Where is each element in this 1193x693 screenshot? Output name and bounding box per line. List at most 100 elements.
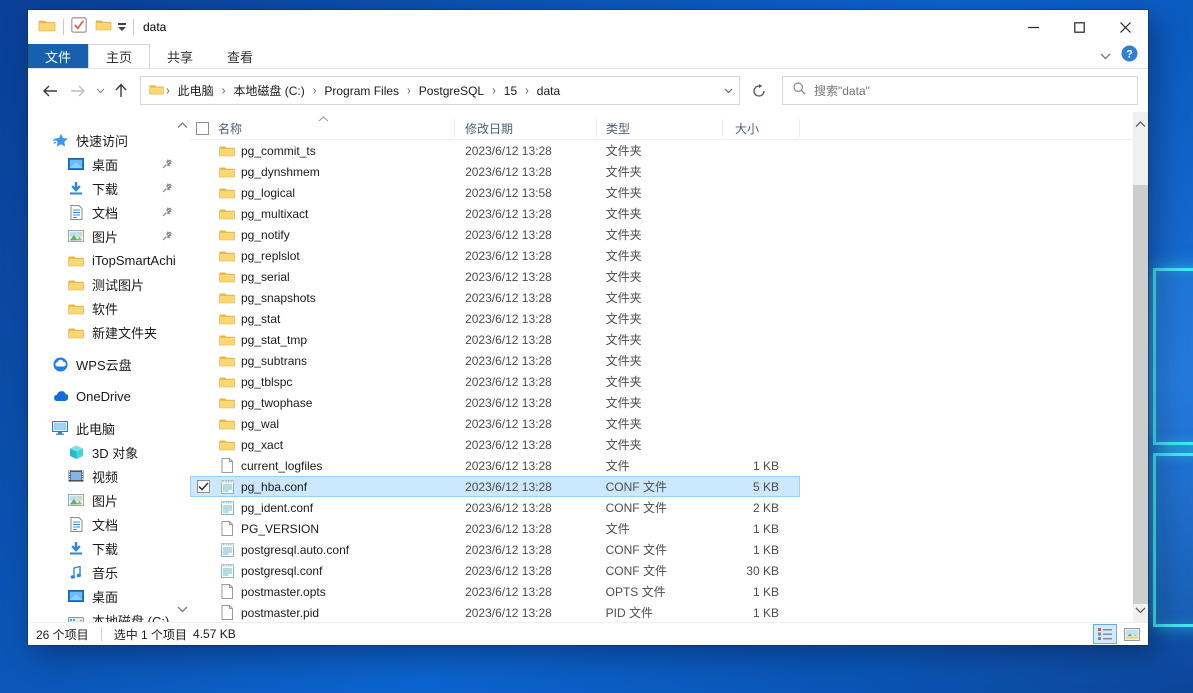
- breadcrumb-chevron-icon[interactable]: ›: [523, 83, 531, 97]
- sidebar-item[interactable]: 测试图片: [28, 272, 176, 296]
- breadcrumb-chevron-icon[interactable]: ›: [405, 83, 413, 97]
- sidebar-item[interactable]: 此电脑: [28, 416, 176, 440]
- sidebar-item[interactable]: OneDrive: [28, 384, 176, 408]
- back-button[interactable]: [36, 85, 64, 97]
- column-header[interactable]: 大小: [723, 119, 800, 137]
- sidebar-scrollbar[interactable]: [176, 112, 190, 622]
- file-row[interactable]: pg_notify 2023/6/12 13:28 文件夹: [190, 224, 800, 245]
- scroll-up-icon[interactable]: [177, 116, 188, 134]
- help-icon[interactable]: ?: [1121, 45, 1138, 67]
- recent-locations-chevron-icon[interactable]: [92, 88, 108, 94]
- scroll-up-icon[interactable]: [1135, 115, 1146, 133]
- file-row[interactable]: postgresql.auto.conf 2023/6/12 13:28 CONF …: [190, 539, 800, 560]
- column-header[interactable]: 类型: [597, 119, 723, 137]
- up-button[interactable]: [108, 83, 134, 98]
- thumbnail-view-button[interactable]: [1120, 624, 1144, 644]
- select-all-checkbox[interactable]: [196, 121, 209, 135]
- tab-view[interactable]: 查看: [210, 44, 270, 68]
- breadcrumb-chevron-icon[interactable]: ›: [311, 83, 319, 97]
- sidebar-item[interactable]: iTopSmartAchiv: [28, 248, 176, 272]
- file-row[interactable]: postmaster.pid 2023/6/12 13:28 PID 文件 1 KB: [190, 602, 800, 622]
- minimize-button[interactable]: [1010, 10, 1056, 44]
- search-input[interactable]: 搜索"data": [782, 76, 1138, 105]
- file-row[interactable]: pg_commit_ts 2023/6/12 13:28 文件夹: [190, 140, 800, 161]
- file-row[interactable]: pg_hba.conf 2023/6/12 13:28 CONF 文件 5 KB: [190, 476, 800, 497]
- filelist-scrollbar[interactable]: [1133, 112, 1148, 622]
- breadcrumb-chevron-icon[interactable]: ›: [164, 83, 172, 97]
- items-count: 26 个项目: [36, 627, 89, 642]
- column-header[interactable]: 修改日期: [455, 119, 597, 137]
- breadcrumb-segment[interactable]: 此电脑: [172, 82, 220, 99]
- file-row[interactable]: pg_xact 2023/6/12 13:28 文件夹: [190, 434, 800, 455]
- sidebar-item[interactable]: 下载: [28, 536, 176, 560]
- search-placeholder-text: 搜索"data": [814, 84, 870, 98]
- file-row[interactable]: pg_subtrans 2023/6/12 13:28 文件夹: [190, 350, 800, 371]
- breadcrumb-segment[interactable]: data: [531, 84, 566, 98]
- tab-home[interactable]: 主页: [88, 44, 151, 68]
- sidebar-item[interactable]: 新建文件夹: [28, 320, 176, 344]
- file-row[interactable]: pg_multixact 2023/6/12 13:28 文件夹: [190, 203, 800, 224]
- sidebar-item[interactable]: 快速访问: [28, 128, 176, 152]
- close-button[interactable]: [1102, 10, 1148, 44]
- qat-properties-check-icon[interactable]: [71, 16, 87, 38]
- file-row[interactable]: pg_dynshmem 2023/6/12 13:28 文件夹: [190, 161, 800, 182]
- sidebar-item[interactable]: 下载: [28, 176, 176, 200]
- sidebar-item[interactable]: 桌面: [28, 152, 176, 176]
- address-bar[interactable]: › 此电脑 › 本地磁盘 (C:) › Program Files › PostgreSQL ›…: [140, 76, 740, 105]
- breadcrumb-segment[interactable]: 本地磁盘 (C:): [227, 82, 310, 99]
- column-header[interactable]: 名称: [190, 119, 455, 137]
- forward-button[interactable]: [64, 85, 92, 97]
- item-checkbox-checked[interactable]: [197, 479, 210, 493]
- sidebar-item[interactable]: WPS云盘: [28, 352, 176, 376]
- scroll-down-icon[interactable]: [177, 600, 188, 618]
- file-name: pg_subtrans: [241, 353, 308, 368]
- file-row[interactable]: pg_twophase 2023/6/12 13:28 文件夹: [190, 392, 800, 413]
- file-row[interactable]: pg_wal 2023/6/12 13:28 文件夹: [190, 413, 800, 434]
- maximize-button[interactable]: [1056, 10, 1102, 44]
- file-row[interactable]: pg_snapshots 2023/6/12 13:28 文件夹: [190, 287, 800, 308]
- address-history-chevron-icon[interactable]: [717, 88, 739, 94]
- file-row[interactable]: PG_VERSION 2023/6/12 13:28 文件 1 KB: [190, 518, 800, 539]
- file-row[interactable]: postgresql.conf 2023/6/12 13:28 CONF 文件 30 …: [190, 560, 800, 581]
- file-row[interactable]: current_logfiles 2023/6/12 13:28 文件 1 KB: [190, 455, 800, 476]
- tab-file[interactable]: 文件: [28, 44, 89, 68]
- file-row[interactable]: pg_serial 2023/6/12 13:28 文件夹: [190, 266, 800, 287]
- file-row[interactable]: pg_stat_tmp 2023/6/12 13:28 文件夹: [190, 329, 800, 350]
- sidebar-item[interactable]: 软件: [28, 296, 176, 320]
- file-date: 2023/6/12 13:28: [465, 206, 552, 221]
- file-row[interactable]: pg_stat 2023/6/12 13:28 文件夹: [190, 308, 800, 329]
- details-view-button[interactable]: [1093, 624, 1117, 644]
- sidebar-item[interactable]: 音乐: [28, 560, 176, 584]
- file-type: CONF 文件: [605, 564, 667, 578]
- sidebar-item[interactable]: 视频: [28, 464, 176, 488]
- breadcrumb-chevron-icon[interactable]: ›: [490, 83, 498, 97]
- qat-new-folder-icon[interactable]: [95, 18, 112, 36]
- sidebar-item[interactable]: 图片: [28, 224, 176, 248]
- file-row[interactable]: pg_tblspc 2023/6/12 13:28 文件夹: [190, 371, 800, 392]
- sidebar-item[interactable]: 桌面: [28, 584, 176, 608]
- breadcrumb-segment[interactable]: 15: [498, 84, 523, 98]
- scroll-down-icon[interactable]: [1135, 601, 1146, 619]
- breadcrumb-chevron-icon[interactable]: ›: [220, 83, 228, 97]
- sidebar-item[interactable]: 图片: [28, 488, 176, 512]
- tab-share[interactable]: 共享: [150, 44, 210, 68]
- sidebar-item[interactable]: 3D 对象: [28, 440, 176, 464]
- file-type: OPTS 文件: [605, 585, 666, 599]
- sidebar-item[interactable]: 本地磁盘 (C:): [28, 608, 176, 622]
- scrollbar-thumb[interactable]: [1133, 185, 1148, 604]
- file-date: 2023/6/12 13:28: [465, 374, 552, 389]
- expand-ribbon-chevron-icon[interactable]: [1100, 47, 1111, 65]
- qat-customize-dropdown-icon[interactable]: [118, 23, 126, 31]
- refresh-button[interactable]: [744, 76, 774, 105]
- file-row[interactable]: pg_replslot 2023/6/12 13:28 文件夹: [190, 245, 800, 266]
- breadcrumb-segment[interactable]: Program Files: [318, 84, 405, 98]
- file-date: 2023/6/12 13:28: [465, 437, 552, 452]
- sidebar-item[interactable]: 文档: [28, 512, 176, 536]
- file-row[interactable]: pg_ident.conf 2023/6/12 13:28 CONF 文件 2 KB: [190, 497, 800, 518]
- file-row[interactable]: postmaster.opts 2023/6/12 13:28 OPTS 文件 1 K…: [190, 581, 800, 602]
- address-folder-icon: [149, 82, 164, 100]
- file-row[interactable]: pg_logical 2023/6/12 13:58 文件夹: [190, 182, 800, 203]
- breadcrumb-segment[interactable]: PostgreSQL: [413, 84, 490, 98]
- sidebar-item[interactable]: 文档: [28, 200, 176, 224]
- file-type: 文件夹: [605, 144, 642, 158]
